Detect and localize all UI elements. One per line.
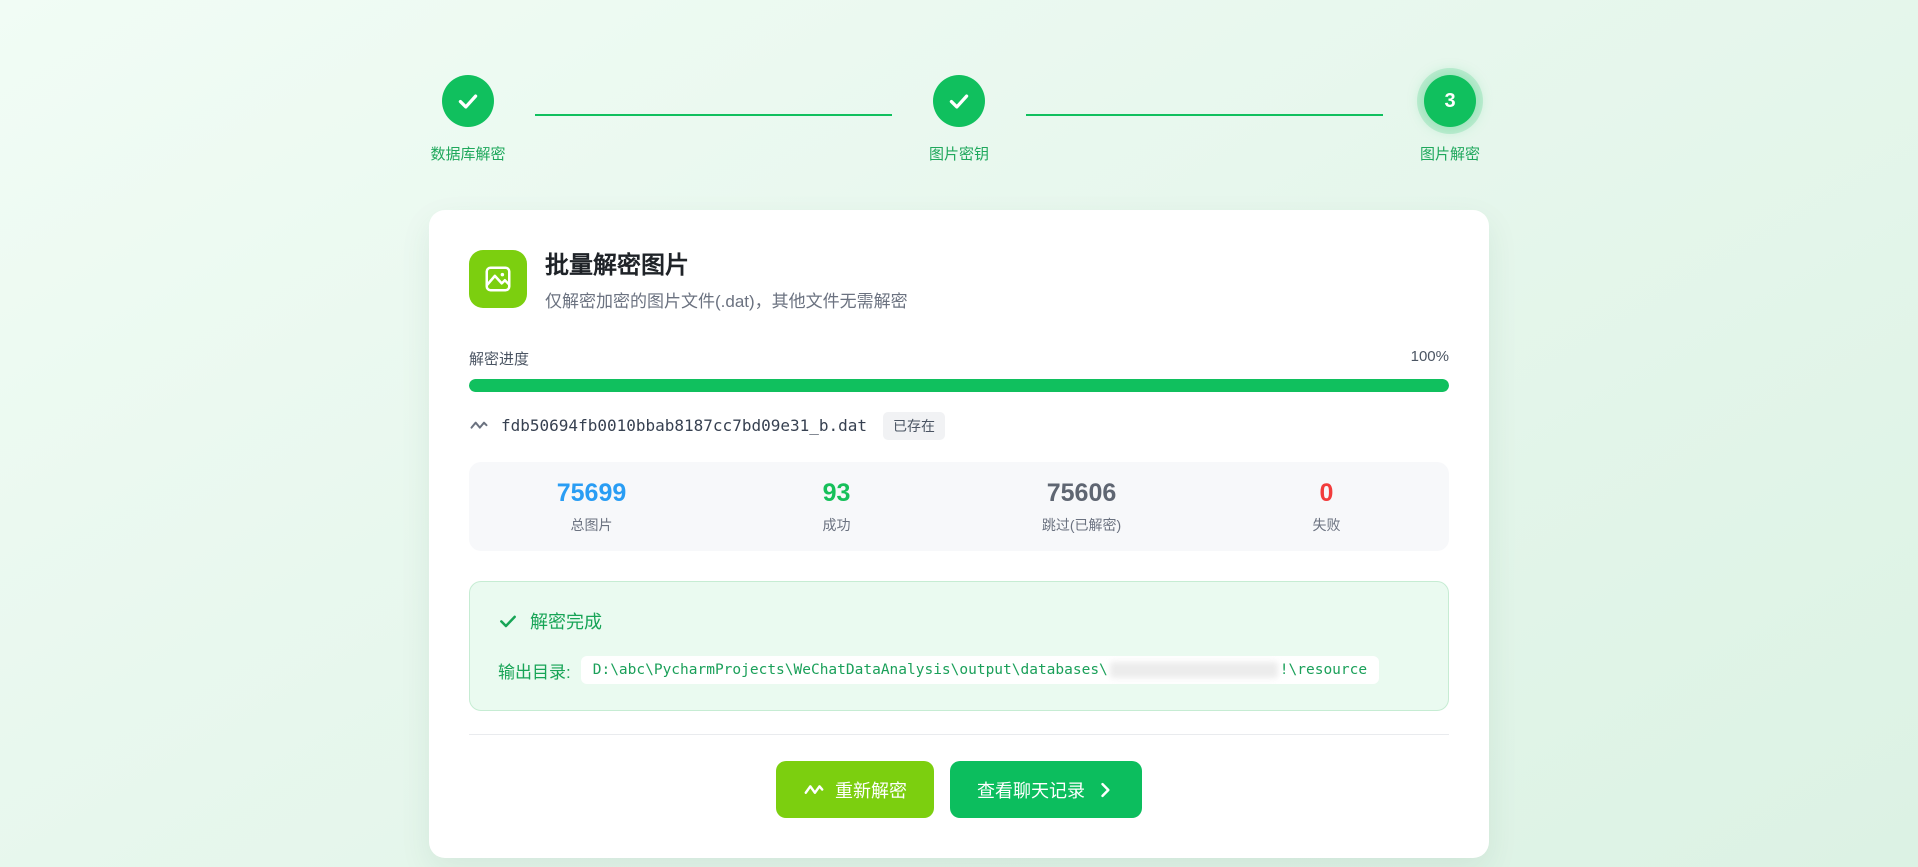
stat-label: 跳过(已解密) <box>959 515 1204 535</box>
stat-total-images: 75699 总图片 <box>469 478 714 535</box>
result-status: 解密完成 <box>498 608 1420 634</box>
wave-icon <box>803 779 825 801</box>
step-label: 图片解密 <box>1420 143 1480 164</box>
stat-failed: 0 失败 <box>1204 478 1449 535</box>
redo-decrypt-button[interactable]: 重新解密 <box>776 761 934 818</box>
step-label: 图片密钥 <box>929 143 989 164</box>
stat-value: 93 <box>714 478 959 509</box>
redacted-path-segment <box>1110 662 1278 678</box>
image-icon <box>469 250 527 308</box>
stat-skipped: 75606 跳过(已解密) <box>959 478 1204 535</box>
step-image-decrypt[interactable]: 3 图片解密 <box>1411 75 1489 164</box>
step-connector <box>1026 114 1383 116</box>
divider <box>469 734 1449 735</box>
output-path-value: D:\abc\PycharmProjects\WeChatDataAnalysi… <box>581 656 1379 684</box>
redo-decrypt-label: 重新解密 <box>835 777 907 803</box>
progress-percent: 100% <box>1411 348 1449 369</box>
action-buttons: 重新解密 查看聊天记录 <box>469 761 1449 818</box>
view-chat-label: 查看聊天记录 <box>977 777 1085 803</box>
card-subtitle: 仅解密加密的图片文件(.dat)，其他文件无需解密 <box>545 287 908 312</box>
chevron-right-icon <box>1095 780 1115 800</box>
result-panel: 解密完成 输出目录: D:\abc\PycharmProjects\WeChat… <box>469 581 1449 711</box>
stat-value: 0 <box>1204 478 1449 509</box>
check-icon <box>455 88 481 114</box>
page: 数据库解密 图片密钥 3 图片解密 <box>429 0 1489 858</box>
current-file-name: fdb50694fb0010bbab8187cc7bd09e31_b.dat <box>501 416 867 435</box>
view-chat-button[interactable]: 查看聊天记录 <box>950 761 1142 818</box>
progress-bar <box>469 379 1449 392</box>
output-path-row: 输出目录: D:\abc\PycharmProjects\WeChatDataA… <box>498 656 1420 684</box>
step-database-decrypt[interactable]: 数据库解密 <box>429 75 507 164</box>
result-status-text: 解密完成 <box>530 608 602 634</box>
stat-success: 93 成功 <box>714 478 959 535</box>
step-label: 数据库解密 <box>430 143 505 164</box>
output-path-prefix: D:\abc\PycharmProjects\WeChatDataAnalysi… <box>593 662 1108 678</box>
card-header: 批量解密图片 仅解密加密的图片文件(.dat)，其他文件无需解密 <box>469 250 1449 312</box>
step-image-key[interactable]: 图片密钥 <box>920 75 998 164</box>
stat-label: 失败 <box>1204 515 1449 535</box>
step-connector <box>535 114 892 116</box>
card-title: 批量解密图片 <box>545 252 908 281</box>
stat-value: 75699 <box>469 478 714 509</box>
check-icon <box>946 88 972 114</box>
check-icon <box>498 611 518 631</box>
stat-label: 成功 <box>714 515 959 535</box>
step-done-circle <box>442 75 494 127</box>
progress-bar-fill <box>469 379 1449 392</box>
current-file-row: fdb50694fb0010bbab8187cc7bd09e31_b.dat 已… <box>469 412 1449 440</box>
step-done-circle <box>933 75 985 127</box>
decrypt-card: 批量解密图片 仅解密加密的图片文件(.dat)，其他文件无需解密 解密进度 10… <box>429 210 1489 858</box>
stepper: 数据库解密 图片密钥 3 图片解密 <box>429 75 1489 164</box>
progress-label: 解密进度 <box>469 348 529 369</box>
wave-icon <box>469 416 489 436</box>
output-path-suffix: !\resource <box>1280 662 1367 678</box>
stat-value: 75606 <box>959 478 1204 509</box>
step-number-circle: 3 <box>1424 75 1476 127</box>
card-header-text: 批量解密图片 仅解密加密的图片文件(.dat)，其他文件无需解密 <box>545 250 908 312</box>
file-status-badge: 已存在 <box>883 412 945 440</box>
stats-panel: 75699 总图片 93 成功 75606 跳过(已解密) 0 失败 <box>469 462 1449 551</box>
stat-label: 总图片 <box>469 515 714 535</box>
progress-header: 解密进度 100% <box>469 348 1449 369</box>
output-path-label: 输出目录: <box>498 658 571 683</box>
